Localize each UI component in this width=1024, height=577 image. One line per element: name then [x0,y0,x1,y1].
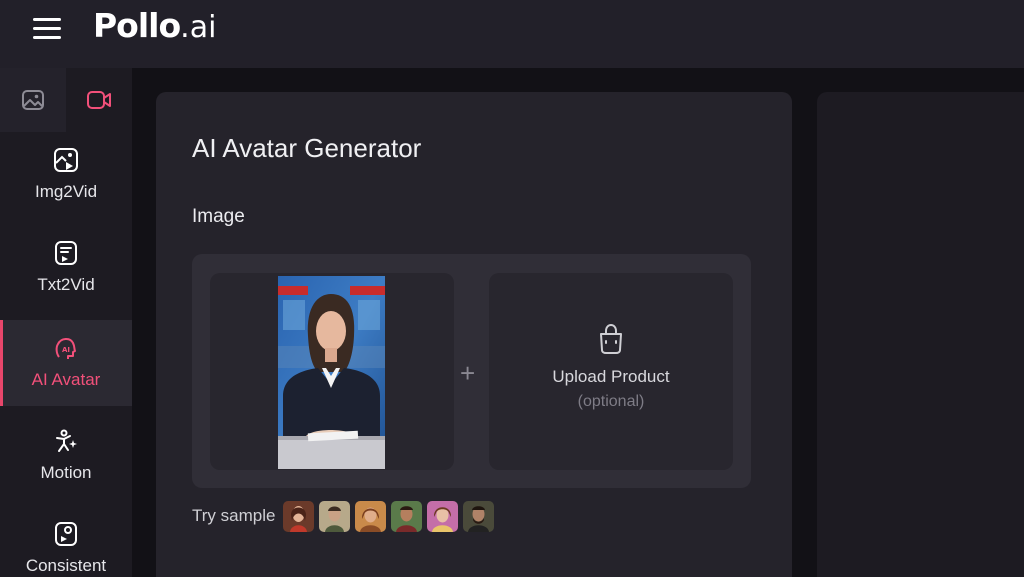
sidebar-item-label: Txt2Vid [37,275,95,294]
try-sample-row: Try sample [192,500,499,532]
sidebar-item-img2vid[interactable]: Img2Vid [0,132,132,218]
motion-icon [56,429,77,452]
ai-avatar-icon: AI [55,338,76,359]
upload-product-label: Upload Product [552,367,670,386]
text-to-video-icon [55,241,77,265]
sidebar-item-motion[interactable]: Motion [0,413,132,499]
logo-suffix-text: .ai [180,10,217,45]
image-upload-area: + Upload Product (optional) [192,254,751,488]
sidebar: Img2Vid Txt2Vid AI AI Avatar Motion Cons… [0,68,132,577]
upload-product-optional: (optional) [577,393,645,410]
upload-product-button[interactable]: Upload Product (optional) [489,273,733,470]
sample-avatar-thumbnail[interactable] [319,500,351,532]
avatar-preview-image [278,276,385,469]
sidebar-item-consistent[interactable]: Consistent [0,506,132,577]
sidebar-item-ai-avatar[interactable]: AI AI Avatar [0,320,132,406]
pollo-logo[interactable]: Pollo .ai [93,6,216,45]
image-mode-tab[interactable] [0,68,66,132]
sidebar-item-label: Consistent [25,556,107,575]
top-header: Pollo .ai [0,0,1024,68]
sidebar-item-label: Motion [40,463,92,482]
plus-icon: + [460,358,476,388]
sidebar-item-label: AI Avatar [31,370,101,389]
next-section-heading-partial [192,570,232,577]
preview-panel [817,92,1024,577]
try-sample-label: Try sample [192,506,276,525]
shopping-bag-icon [600,323,622,354]
sample-avatar-thumbnail[interactable] [355,500,387,532]
sample-avatar-thumbnail[interactable] [283,500,315,532]
page-title: AI Avatar Generator [192,133,422,163]
avatar-image-slot[interactable] [210,273,454,470]
video-icon [87,91,111,109]
video-mode-tab[interactable] [66,68,132,132]
media-type-toggle [0,68,132,132]
sidebar-item-label: Img2Vid [34,182,98,201]
sample-avatar-thumbnail[interactable] [463,500,495,532]
consistent-icon [55,522,77,546]
logo-main-text: Pollo [93,6,181,45]
avatar-generator-panel: AI Avatar Generator Image + Upload Produ… [156,92,792,577]
sidebar-item-txt2vid[interactable]: Txt2Vid [0,225,132,311]
image-section-label: Image [192,206,245,227]
image-to-video-icon [54,148,78,172]
hamburger-menu-icon[interactable] [33,18,62,40]
sample-avatar-thumbnail[interactable] [391,500,423,532]
sample-avatar-thumbnail[interactable] [427,500,459,532]
svg-text:AI: AI [62,346,70,354]
image-icon [22,90,44,110]
